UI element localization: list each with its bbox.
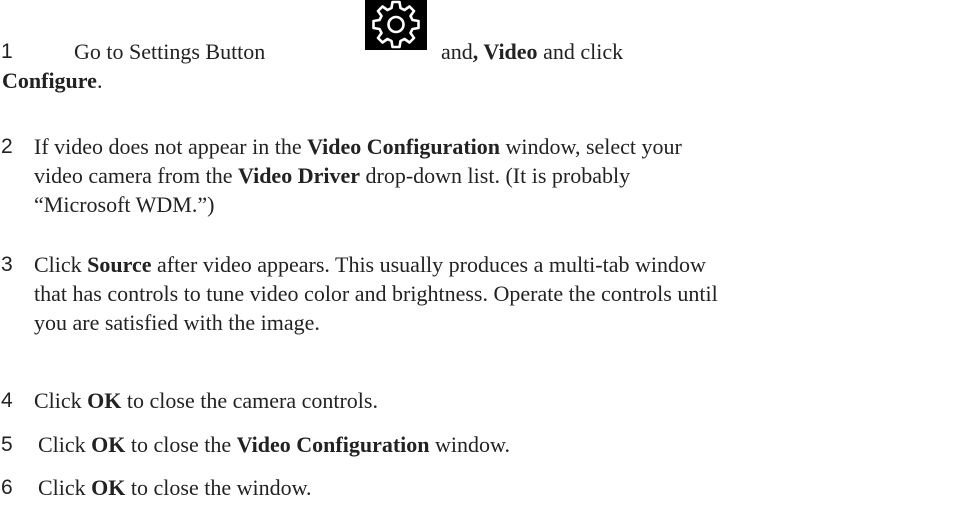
- step-3: 3 Click Source after video appears. This…: [0, 251, 964, 341]
- step-number: 3: [1, 253, 13, 276]
- step-2: 2 If video does not appear in the Video …: [0, 133, 964, 223]
- step-text-line: Go to Settings Button: [74, 39, 266, 64]
- step-text: Click Source after video appears. This u…: [34, 252, 718, 335]
- step-text: Click OK to close the camera controls.: [34, 388, 378, 413]
- source-bold: Source: [87, 252, 152, 277]
- ok-bold: OK: [87, 388, 122, 413]
- configure-bold: Configure: [2, 68, 97, 93]
- step-4: 4 Click OK to close the camera controls.: [0, 387, 964, 417]
- step-6: 6 Click OK to close the window.: [0, 474, 964, 504]
- ok-bold: OK: [91, 432, 126, 457]
- step-number: 4: [1, 389, 13, 412]
- step-number: 5: [1, 433, 13, 456]
- gear-icon: [372, 0, 420, 49]
- step-number: 1: [1, 40, 13, 63]
- step-1-line2: Configure.: [2, 68, 103, 93]
- step-text: Click OK to close the Video Configuratio…: [38, 432, 510, 457]
- step-text: If video does not appear in the Video Co…: [34, 134, 682, 217]
- step-text: Click OK to close the window.: [38, 475, 312, 500]
- video-bold: , Video: [472, 39, 538, 64]
- video-configuration-bold: Video Configuration: [236, 432, 430, 457]
- ok-bold: OK: [91, 475, 126, 500]
- video-driver-bold: Video Driver: [238, 163, 360, 188]
- and-text: and: [441, 39, 473, 64]
- step-number: 2: [1, 135, 13, 158]
- step-5: 5 Click OK to close the Video Configurat…: [0, 431, 964, 461]
- video-configuration-bold: Video Configuration: [307, 134, 500, 159]
- settings-button[interactable]: [365, 0, 427, 50]
- step-number: 6: [1, 476, 13, 499]
- step-1-cont: and, Video and click: [441, 39, 624, 64]
